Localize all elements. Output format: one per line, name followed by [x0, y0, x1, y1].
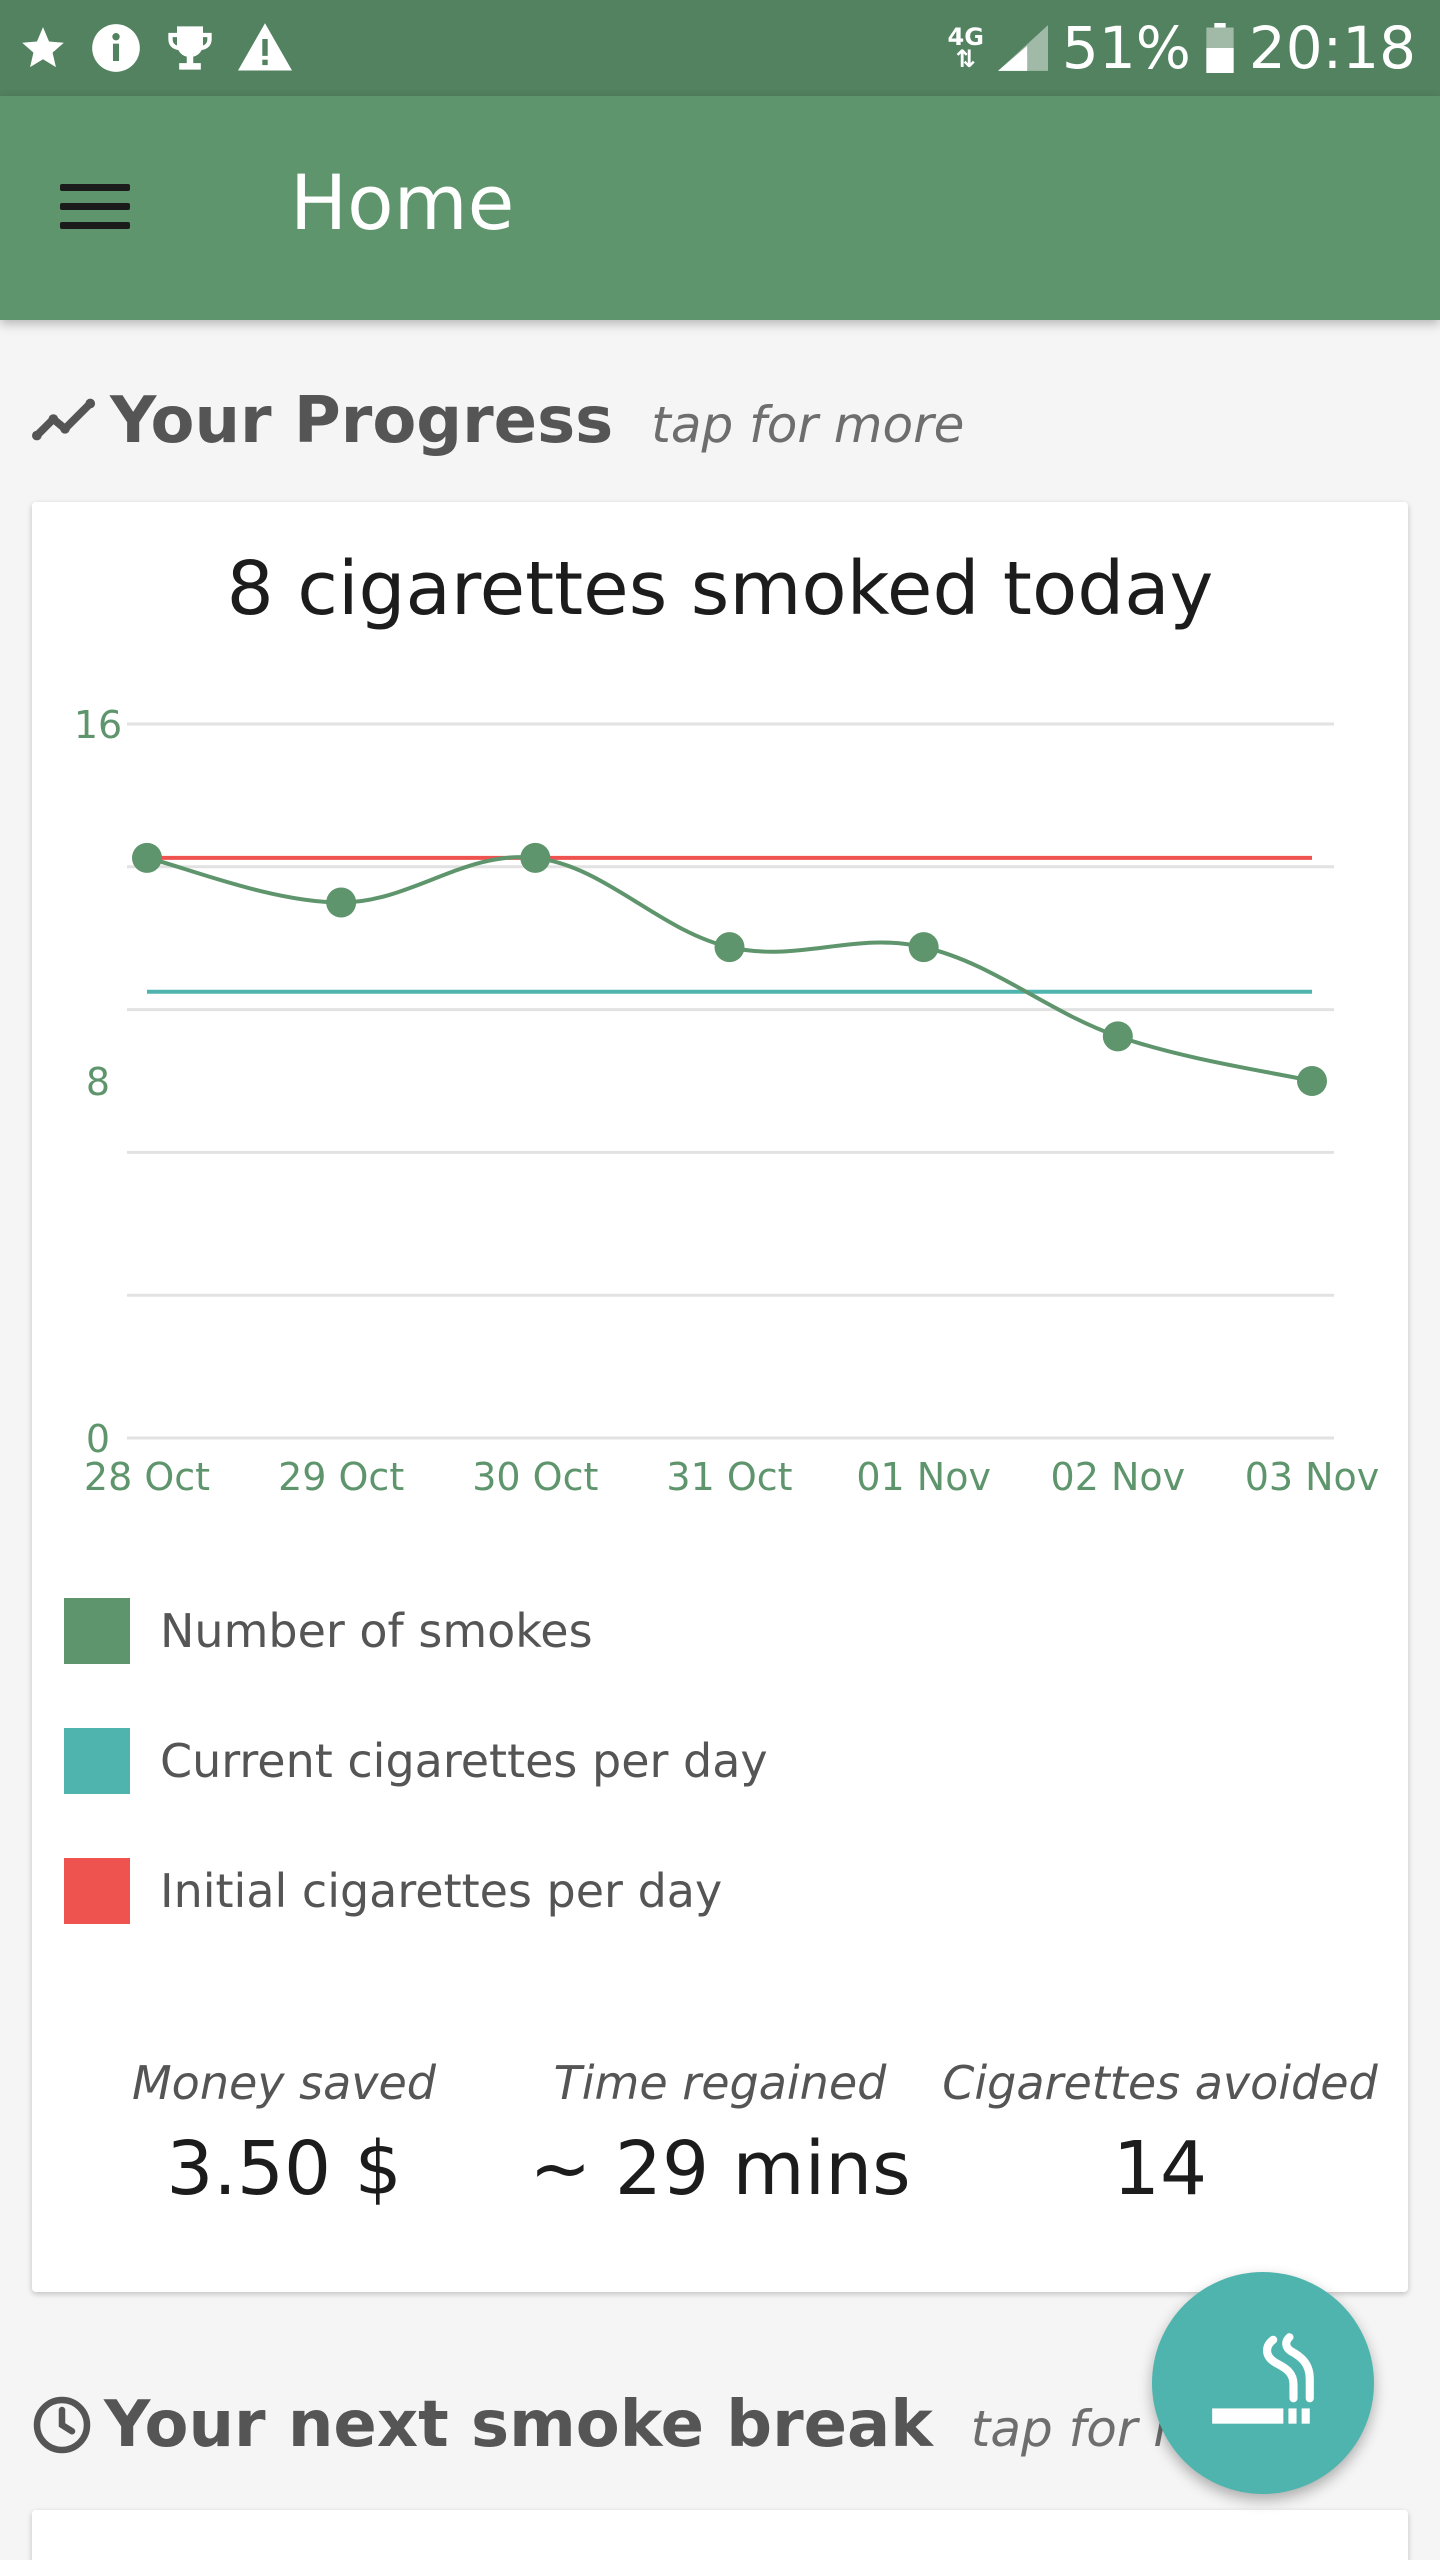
number-of-smokes-line	[146, 855, 1313, 1083]
x-tick-label: 29 Oct	[278, 1455, 404, 1499]
status-system-info: 4G ⇅ 51% 20:18	[948, 14, 1416, 82]
signal-icon	[997, 25, 1048, 71]
data-point	[908, 932, 939, 963]
time-regained-label: Time regained	[553, 2056, 887, 2110]
star-icon	[22, 27, 64, 68]
y-tick-label: 8	[86, 1060, 110, 1104]
smoking-icon	[1212, 2333, 1314, 2424]
progress-card[interactable]: 8 cigarettes smoked today 16 8 0 28 Oct 29 O…	[32, 502, 1408, 2292]
time-regained-stat: Time regained ~ 29 mins	[500, 2056, 940, 2212]
savings-stats: Money saved 3.50 $ Time regained ~ 29 mi…	[32, 2056, 1408, 2256]
trending-icon	[32, 398, 96, 441]
progress-tap-for-more[interactable]: tap for more	[651, 396, 964, 454]
cigarettes-avoided-value: 14	[1112, 2126, 1208, 2212]
clock-time: 20:18	[1248, 14, 1416, 82]
legend-item: Initial cigarettes per day	[64, 1858, 768, 1924]
money-saved-stat: Money saved 3.50 $	[64, 2056, 504, 2212]
money-saved-value: 3.50 $	[166, 2126, 402, 2212]
money-saved-label: Money saved	[131, 2056, 436, 2110]
clock-icon	[33, 2396, 91, 2454]
smoke-break-card[interactable]	[32, 2510, 1408, 2560]
progress-section-title: Your Progress	[110, 384, 614, 458]
menu-icon[interactable]	[52, 174, 138, 240]
trophy-icon	[168, 26, 212, 70]
x-tick-label: 01 Nov	[856, 1455, 991, 1499]
page-title: Home	[290, 158, 515, 247]
warning-icon	[238, 23, 292, 71]
legend-item: Number of smokes	[64, 1598, 768, 1664]
log-cigarette-fab[interactable]	[1152, 2272, 1374, 2494]
legend-swatch	[64, 1598, 130, 1664]
x-tick-label: 03 Nov	[1245, 1455, 1380, 1499]
cigarettes-avoided-stat: Cigarettes avoided 14	[940, 2056, 1380, 2212]
time-regained-value: ~ 29 mins	[529, 2126, 911, 2212]
legend-label: Current cigarettes per day	[160, 1734, 768, 1788]
battery-icon	[1206, 23, 1234, 73]
x-tick-label: 30 Oct	[472, 1455, 598, 1499]
data-point	[132, 842, 162, 873]
data-point	[1297, 1066, 1327, 1096]
x-tick-label: 28 Oct	[84, 1455, 210, 1499]
data-point	[520, 842, 551, 873]
info-icon	[92, 24, 140, 72]
data-point	[326, 887, 357, 918]
data-point	[714, 932, 745, 963]
progress-line-chart: 168028 Oct 29 Oct 30 Oct 31 Oct 01 Nov 02 Nov…	[74, 703, 1380, 1499]
cigarettes-avoided-label: Cigarettes avoided	[942, 2056, 1378, 2110]
y-tick-label: 16	[74, 703, 122, 747]
network-type: 4G ⇅	[947, 23, 984, 73]
legend-item: Current cigarettes per day	[64, 1728, 768, 1794]
smoke-break-section-header[interactable]: Your next smoke break tap for more	[32, 2388, 1284, 2462]
x-tick-label: 02 Nov	[1051, 1455, 1186, 1499]
legend-label: Number of smokes	[160, 1604, 593, 1658]
battery-percent: 51%	[1061, 14, 1191, 82]
app-bar: Home	[0, 96, 1440, 320]
x-tick-label: 31 Oct	[666, 1455, 792, 1499]
smoke-break-section-title: Your next smoke break	[104, 2388, 933, 2462]
progress-section-header[interactable]: Your Progress tap for more	[32, 384, 964, 458]
data-point	[1102, 1021, 1133, 1052]
legend-swatch	[64, 1858, 130, 1924]
legend-label: Initial cigarettes per day	[160, 1864, 723, 1918]
chart-legend: Number of smokes Current cigarettes per d…	[64, 1598, 768, 1988]
legend-swatch	[64, 1728, 130, 1794]
status-bar: 4G ⇅ 51% 20:18	[0, 0, 1440, 96]
status-notification-icons	[18, 18, 292, 78]
